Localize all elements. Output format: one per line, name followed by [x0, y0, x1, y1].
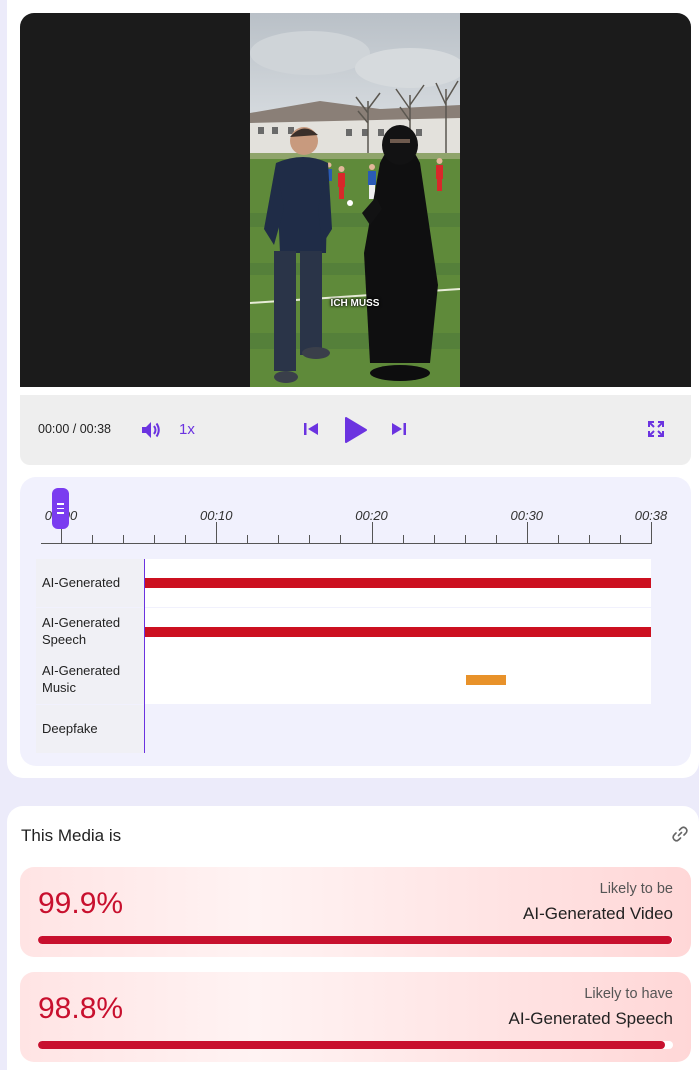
skip-forward-icon[interactable] — [389, 419, 409, 439]
player-controls: 00:00 / 00:38 1x — [20, 395, 691, 465]
track-label: AI-Generated — [42, 575, 121, 590]
track-segment[interactable] — [145, 627, 651, 637]
timeline-major-tick — [371, 522, 373, 543]
result-progress-bar — [38, 936, 673, 944]
result-percent: 99.9% — [38, 887, 124, 920]
timeline-major-tick — [216, 522, 218, 543]
result-subtitle: Likely to have — [584, 986, 673, 1002]
timeline-minor-tick — [309, 535, 311, 543]
result-percent: 98.8% — [38, 992, 124, 1025]
track-lane — [145, 656, 651, 704]
timeline-minor-tick — [340, 535, 342, 543]
timeline-minor-tick — [278, 535, 280, 543]
result-progress-fill — [38, 1041, 666, 1049]
result-label: AI-Generated Speech — [508, 1009, 673, 1028]
timeline-minor-tick — [92, 535, 94, 543]
timeline-minor-tick — [557, 535, 559, 543]
result-card-speech: 98.8% Likely to have AI-Generated Speech — [20, 972, 691, 1062]
timeline-major-tick — [526, 522, 528, 543]
result-progress-fill — [38, 936, 673, 944]
play-icon[interactable] — [340, 415, 370, 445]
timeline-tick-label: 00:38 — [634, 508, 668, 523]
timeline-tick-label: 00:30 — [510, 508, 544, 523]
timeline-minor-tick — [433, 535, 435, 543]
time-display: 00:00 / 00:38 — [38, 422, 111, 436]
timeline-minor-tick — [123, 535, 125, 543]
result-subtitle: Likely to be — [599, 881, 673, 897]
track-segment[interactable] — [145, 578, 651, 588]
playback-speed-button[interactable]: 1x — [179, 421, 195, 438]
timeline-minor-tick — [464, 535, 466, 543]
result-progress-bar — [38, 1041, 673, 1049]
timeline-major-tick — [651, 522, 652, 543]
timeline-minor-tick — [495, 535, 497, 543]
timeline-minor-tick — [588, 535, 590, 543]
video-player[interactable]: ICH MUSS — [20, 13, 691, 387]
video-frame-image: ICH MUSS — [250, 13, 460, 387]
track-label: AI-Generated Music — [42, 663, 121, 695]
results-title: This Media is — [21, 826, 122, 845]
timeline-minor-tick — [185, 535, 187, 543]
result-label: AI-Generated Video — [523, 904, 673, 923]
timeline-ruler — [41, 543, 652, 544]
track-label: Deepfake — [42, 721, 98, 736]
track-segment[interactable] — [465, 675, 506, 685]
timeline-playhead — [144, 559, 145, 753]
track-label: AI-Generated Speech — [42, 615, 121, 647]
timeline-minor-tick — [247, 535, 249, 543]
timeline-minor-tick — [619, 535, 621, 543]
video-caption: ICH MUSS — [330, 298, 380, 309]
result-card-video: 99.9% Likely to be AI-Generated Video — [20, 867, 691, 957]
timeline-minor-tick — [154, 535, 156, 543]
volume-icon[interactable] — [140, 419, 162, 441]
skip-back-icon[interactable] — [301, 419, 321, 439]
timeline-tick-label: 00:20 — [355, 508, 388, 523]
link-icon[interactable] — [671, 825, 689, 843]
timeline-minor-tick — [402, 535, 404, 543]
timeline-tick-label: 00:10 — [199, 508, 233, 523]
fullscreen-icon[interactable] — [646, 419, 666, 439]
timeline-scrubber-handle[interactable] — [52, 488, 69, 529]
